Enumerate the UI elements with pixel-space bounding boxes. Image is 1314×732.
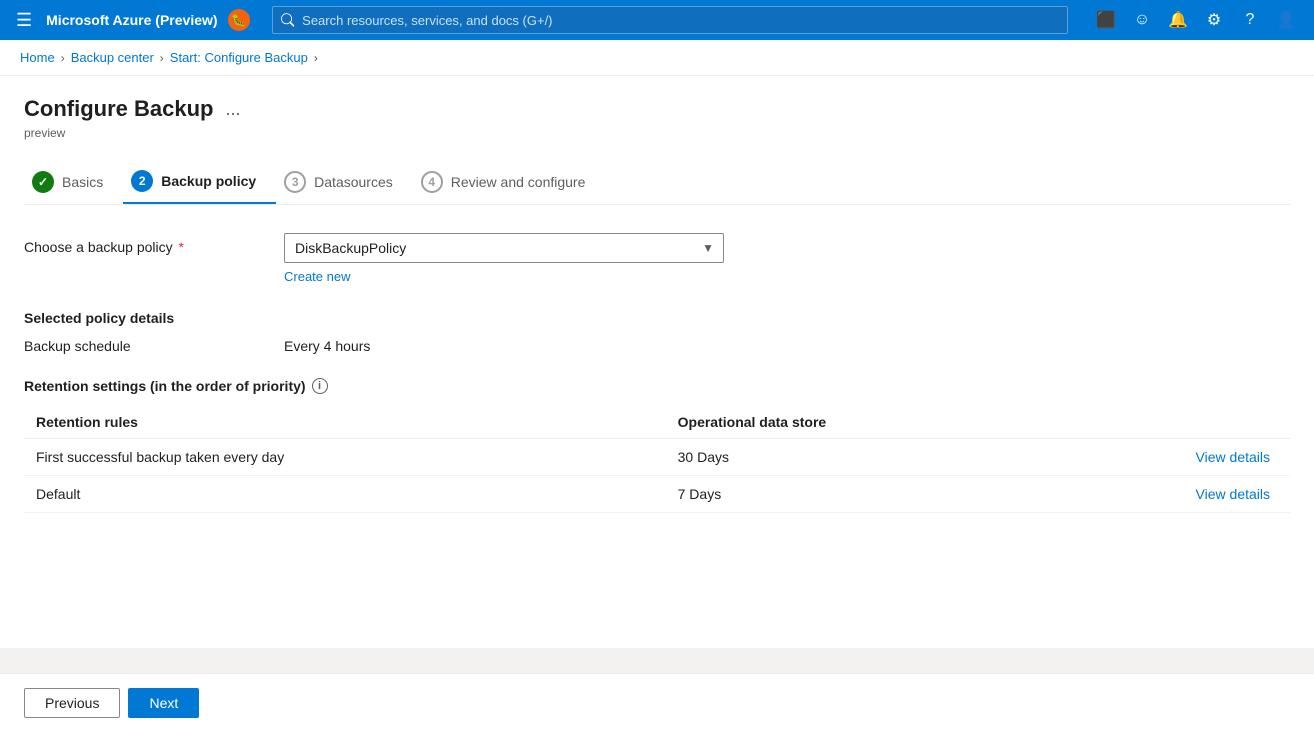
- backup-schedule-key: Backup schedule: [24, 338, 264, 354]
- view-details-link-2[interactable]: View details: [1196, 486, 1270, 502]
- create-new-link[interactable]: Create new: [284, 269, 350, 284]
- page-title: Configure Backup: [24, 96, 213, 122]
- retention-rule-2: Default: [24, 476, 678, 513]
- app-title: Microsoft Azure (Preview): [46, 12, 217, 28]
- required-indicator: *: [179, 239, 184, 255]
- bottom-bar: Previous Next: [0, 673, 1314, 732]
- retention-action-2: View details: [1063, 476, 1290, 513]
- settings-icon[interactable]: ⚙: [1198, 4, 1230, 36]
- retention-table: Retention rules Operational data store F…: [24, 406, 1290, 513]
- notification-icon[interactable]: 🔔: [1162, 4, 1194, 36]
- backup-policy-row: Choose a backup policy * DiskBackupPolic…: [24, 233, 1290, 286]
- retention-table-header: Retention rules Operational data store: [24, 406, 1290, 439]
- retention-action-1: View details: [1063, 439, 1290, 476]
- table-row: First successful backup taken every day …: [24, 439, 1290, 476]
- topbar-icons: ⬛ ☺ 🔔 ⚙ ? 👤: [1090, 4, 1302, 36]
- step-3-circle: 3: [284, 171, 306, 193]
- breadcrumb-backup-center[interactable]: Backup center: [71, 50, 154, 65]
- bug-icon[interactable]: 🐛: [228, 9, 250, 31]
- breadcrumb-configure-backup[interactable]: Start: Configure Backup: [170, 50, 308, 65]
- step-review-configure[interactable]: 4 Review and configure: [413, 161, 606, 203]
- step-backup-policy[interactable]: 2 Backup policy: [123, 160, 276, 204]
- account-icon[interactable]: 👤: [1270, 4, 1302, 36]
- next-button[interactable]: Next: [128, 688, 199, 718]
- hamburger-icon[interactable]: ☰: [12, 6, 36, 35]
- search-bar[interactable]: [272, 6, 1068, 34]
- step-3-label: Datasources: [314, 174, 393, 190]
- col-actions: [1063, 406, 1290, 439]
- more-options-icon[interactable]: ...: [225, 99, 240, 120]
- feedback-icon[interactable]: ☺: [1126, 4, 1158, 36]
- topbar: ☰ Microsoft Azure (Preview) 🐛 ⬛ ☺ 🔔 ⚙ ? …: [0, 0, 1314, 40]
- page-subtitle: preview: [24, 126, 1290, 140]
- search-input[interactable]: [302, 13, 1059, 28]
- breadcrumb-sep-1: ›: [61, 51, 65, 65]
- step-4-label: Review and configure: [451, 174, 586, 190]
- retention-title: Retention settings (in the order of prio…: [24, 378, 1290, 394]
- step-2-label: Backup policy: [161, 173, 256, 189]
- retention-value-2: 7 Days: [678, 476, 1064, 513]
- breadcrumb: Home › Backup center › Start: Configure …: [0, 40, 1314, 76]
- page-header: Configure Backup ...: [24, 96, 1290, 122]
- step-1-label: Basics: [62, 174, 103, 190]
- backup-policy-select-wrapper: DiskBackupPolicy DefaultPolicy ▼: [284, 233, 724, 263]
- col-operational-data-store: Operational data store: [678, 406, 1064, 439]
- breadcrumb-sep-2: ›: [160, 51, 164, 65]
- step-4-circle: 4: [421, 171, 443, 193]
- step-basics[interactable]: ✓ Basics: [24, 161, 123, 203]
- breadcrumb-home[interactable]: Home: [20, 50, 55, 65]
- table-row: Default 7 Days View details: [24, 476, 1290, 513]
- backup-policy-section: Choose a backup policy * DiskBackupPolic…: [24, 233, 1290, 286]
- backup-schedule-row: Backup schedule Every 4 hours: [24, 338, 1290, 354]
- retention-value-1: 30 Days: [678, 439, 1064, 476]
- step-1-circle: ✓: [32, 171, 54, 193]
- col-retention-rules: Retention rules: [24, 406, 678, 439]
- backup-policy-select[interactable]: DiskBackupPolicy DefaultPolicy: [284, 233, 724, 263]
- wizard-steps: ✓ Basics 2 Backup policy 3 Datasources 4…: [24, 160, 1290, 205]
- retention-section: Retention settings (in the order of prio…: [24, 378, 1290, 513]
- info-icon[interactable]: i: [312, 378, 328, 394]
- help-icon[interactable]: ?: [1234, 4, 1266, 36]
- breadcrumb-sep-3: ›: [314, 51, 318, 65]
- step-2-circle: 2: [131, 170, 153, 192]
- backup-schedule-value: Every 4 hours: [284, 338, 370, 354]
- policy-details-section: Selected policy details Backup schedule …: [24, 310, 1290, 354]
- step-datasources[interactable]: 3 Datasources: [276, 161, 413, 203]
- previous-button[interactable]: Previous: [24, 688, 120, 718]
- search-icon: [281, 13, 295, 27]
- backup-policy-label: Choose a backup policy *: [24, 233, 264, 255]
- backup-policy-control: DiskBackupPolicy DefaultPolicy ▼ Create …: [284, 233, 724, 286]
- view-details-link-1[interactable]: View details: [1196, 449, 1270, 465]
- cloud-shell-icon[interactable]: ⬛: [1090, 4, 1122, 36]
- page-content: Configure Backup ... preview ✓ Basics 2 …: [0, 76, 1314, 648]
- retention-rule-1: First successful backup taken every day: [24, 439, 678, 476]
- policy-details-title: Selected policy details: [24, 310, 1290, 326]
